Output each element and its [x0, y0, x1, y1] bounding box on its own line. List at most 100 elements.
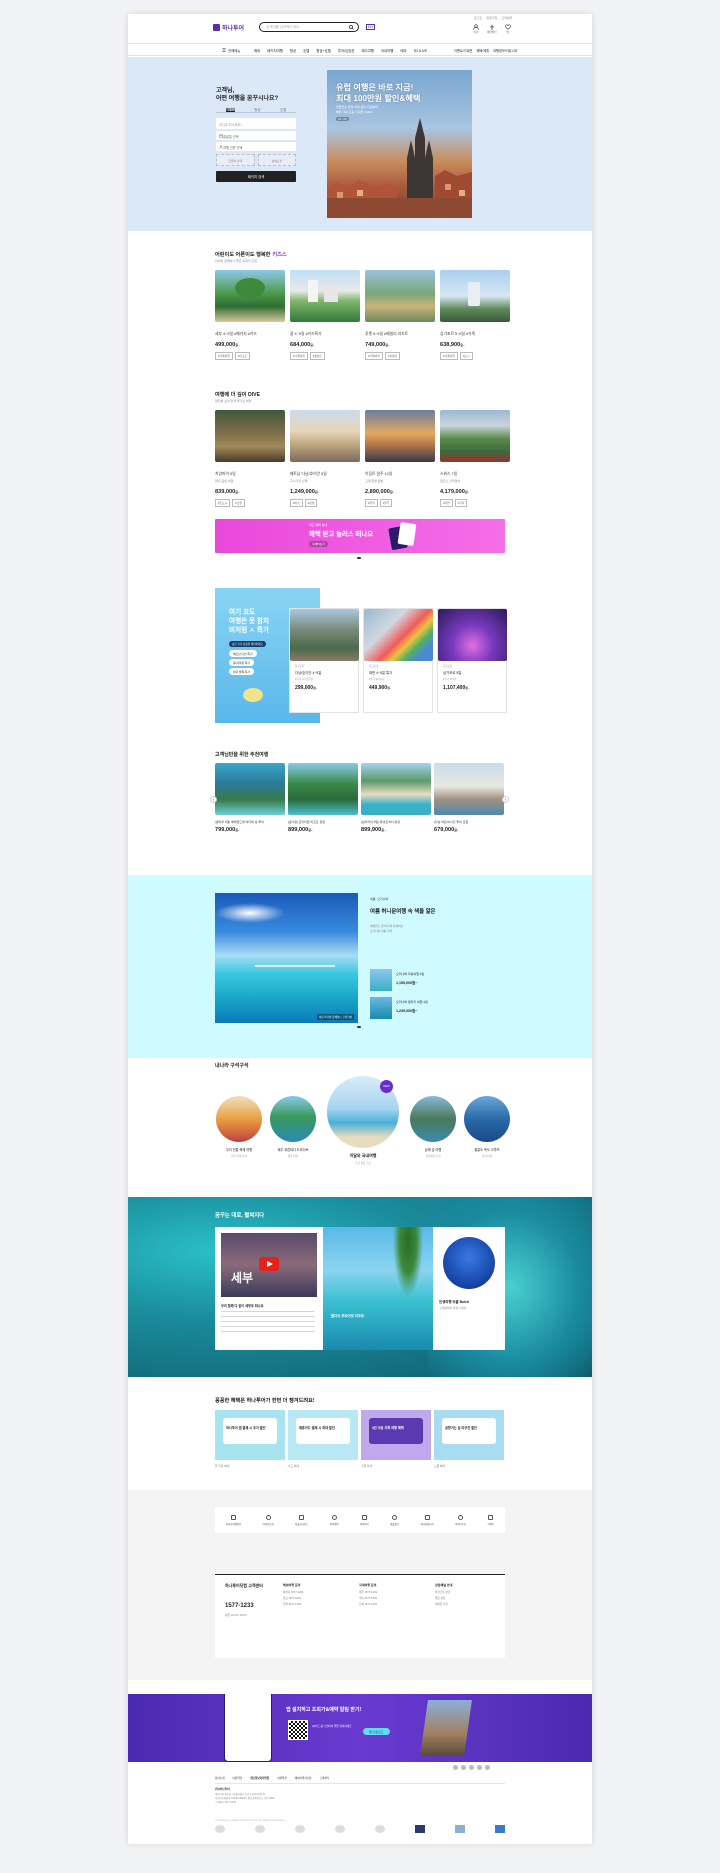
sns-icon[interactable] — [485, 1765, 490, 1770]
product-card[interactable]: 치앙마이 5일 현지 감성 여행 839,000원~ #소도시 #로컬 — [215, 410, 285, 507]
service-item[interactable]: 와이파이 — [360, 1514, 369, 1526]
special-chip[interactable]: 태국 방콕 특가 — [229, 668, 254, 675]
nav-item[interactable]: 하나LIVE — [414, 48, 428, 53]
product-card[interactable]: 푸켓 5~6일 #패밀리 리조트 749,000원~ #가족여행 #휴양지 — [365, 270, 435, 360]
video-card[interactable]: 세부 우리 함께 다 같이 세부로 떠나요 — [215, 1227, 323, 1350]
domestic-item-featured[interactable]: NEW 이달의 국내여행 특가 상품 모음 — [325, 1076, 401, 1165]
carousel-prev-button[interactable]: ‹ — [210, 796, 217, 803]
footer-link[interactable]: 이용약관 — [233, 1776, 243, 1780]
nav-right-item[interactable]: 여행정보/커뮤니티 — [493, 48, 517, 53]
domestic-item[interactable]: 우리 전통 축제 여행 지역 축제 투어 — [214, 1096, 264, 1158]
search-box[interactable]: 검색어를 입력해주세요 — [259, 22, 359, 32]
app-download-button[interactable]: 앱 다운로드 — [363, 1728, 390, 1735]
nav-item[interactable]: 패키지여행 — [267, 48, 283, 53]
product-card[interactable]: 베트남 다낭/호이안 5일 구시가지 산책 1,249,000원~ #야경 #감성 — [290, 410, 360, 507]
logo[interactable]: 하나투어 — [213, 23, 244, 32]
date-field[interactable]: 출발일 선택 — [216, 131, 296, 140]
reservation-button[interactable]: 예약확인 — [487, 24, 497, 34]
product-card[interactable]: [보라카이 5일] 화이트비치 휴양 899,900원~ — [361, 763, 431, 833]
footer-link[interactable]: 해외여행자보험 — [295, 1776, 312, 1780]
product-card[interactable]: 스위스 7일 알프스 산악열차 4,179,000원~ #자연 #기차 — [440, 410, 510, 507]
login-link[interactable]: 로그인 — [474, 16, 482, 21]
signup-link[interactable]: 회원가입 — [486, 16, 497, 21]
sns-icon[interactable] — [469, 1765, 474, 1770]
nav-item[interactable]: 테마 — [400, 48, 406, 53]
bohol-card[interactable]: 인생여행 보홀 Bohol 고래상어와 함께 수영을 — [433, 1227, 505, 1350]
nav-item[interactable]: 국내여행 — [381, 48, 393, 53]
product-card[interactable]: 싱가포르 5~6일 #가족 638,900원~ #가족여행 #도시 — [440, 270, 510, 360]
nav-item[interactable]: 항공 — [290, 48, 296, 53]
product-card[interactable]: 괌 4~5일 #키즈특가 684,000원~ #가족여행 #호캉스 — [290, 270, 360, 360]
departure-option[interactable]: 출발지 선택 — [216, 154, 255, 166]
product-card[interactable]: [팔라우 5일] 에메랄드빛 바다와 섬 투어 799,000원~ — [215, 763, 285, 833]
tab-hotel[interactable]: 호텔 — [280, 107, 286, 112]
domestic-item[interactable]: 울릉도 독도 크루즈 선박 여행 — [462, 1096, 512, 1158]
summer-item[interactable]: 오키나와 렌터카 여행 4일 1,239,000원~ — [370, 997, 490, 1019]
promo-banner[interactable]: 카드 혜택 안내 혜택 받고 놀러스 떠나요 자세히보기 — [215, 519, 505, 553]
special-card[interactable]: 항공포함 싱가포르 5일 #특가 #야경 1,107,400원~ — [437, 608, 507, 713]
benefit-card[interactable]: 4인 이상 가족 여행 혜택 가족 여행 — [361, 1410, 431, 1468]
promo-pager[interactable] — [357, 557, 361, 559]
nav-item[interactable]: 해외 — [254, 48, 260, 53]
footer-link[interactable]: 회사소개 — [215, 1776, 225, 1780]
service-item[interactable]: 입출국가이드 — [295, 1514, 308, 1526]
service-item[interactable]: 하나마일리지 — [420, 1514, 434, 1526]
service-item[interactable]: 여행편의 — [330, 1514, 339, 1526]
people-field[interactable]: 여행 인원 선택 — [216, 142, 296, 151]
domestic-item[interactable]: 남해 섬 여행 한려해상 투어 — [408, 1096, 458, 1158]
footer-link[interactable]: 여행약관 — [277, 1776, 287, 1780]
special-chip[interactable]: 괌/사이판 특가 — [229, 659, 254, 666]
service-item[interactable]: 이벤트 — [488, 1514, 494, 1526]
package-search-button[interactable]: 패키지 검색 — [216, 171, 296, 182]
benefit-card[interactable]: 제휴카드 결제 시 최대 할인 카드 혜택 — [288, 1410, 358, 1468]
special-card[interactable]: 항공포함 대만 4~5일 특가 #특가 #야시장 449,900원~ — [363, 608, 433, 713]
search-input[interactable]: 검색어를 입력해주세요 — [266, 25, 299, 30]
hero-banner[interactable]: 유럽 여행은 바로 지금! 최대 100만원 할인&혜택 연말연초 유럽 여행 … — [327, 70, 472, 218]
nav-item[interactable]: 투어/입장권 — [338, 48, 355, 53]
video-thumbnail[interactable]: 세부 — [221, 1233, 317, 1297]
sns-icon[interactable] — [477, 1765, 482, 1770]
service-item[interactable]: 하나투어멤버십 — [226, 1514, 241, 1526]
service-item[interactable]: 여행자보험 — [263, 1514, 274, 1526]
nav-right-item[interactable]: 혜택/제휴 — [476, 48, 489, 53]
lang-badge[interactable]: EN — [366, 24, 375, 31]
tab-package[interactable]: 패키지 — [225, 107, 236, 112]
product-card[interactable]: 세부 4~5일 #패키지 #키즈 499,000원~ #가족여행 #리조트 — [215, 270, 285, 360]
nav-item[interactable]: 제주여행 — [361, 48, 373, 53]
sns-icon[interactable] — [461, 1765, 466, 1770]
play-icon[interactable] — [259, 1257, 279, 1271]
resort-card[interactable]: 몰디브 프라이빗 리조트 — [323, 1227, 433, 1350]
summer-image[interactable]: 여름 바다와 함께하는 오키나와 — [215, 893, 358, 1023]
nav-item[interactable]: 항공+호텔 — [316, 48, 330, 53]
sns-icon[interactable] — [453, 1765, 458, 1770]
cs-line[interactable]: 이메일 문의 — [435, 1602, 452, 1606]
service-item[interactable]: 환율정보 — [390, 1514, 399, 1526]
support-link[interactable]: 고객센터 — [501, 16, 512, 21]
service-item[interactable]: 여행자수표 — [455, 1514, 466, 1526]
footer-link[interactable]: 개인정보처리방침 — [250, 1776, 269, 1780]
cs-line[interactable]: 카카오톡 상담 — [435, 1590, 452, 1594]
nav-item[interactable]: 호텔 — [303, 48, 309, 53]
product-card[interactable]: 이집트 일주 10일 고대 문명 탐방 2,890,000원~ #유적 #일주 — [365, 410, 435, 507]
special-chip[interactable]: 베트남 다낭 특가 — [229, 650, 257, 657]
tab-flight[interactable]: 항공 — [254, 107, 260, 112]
search-icon[interactable] — [349, 24, 354, 30]
product-card[interactable]: [괌 5일] 프리미엄 리조트 휴양 899,000원~ — [288, 763, 358, 833]
app-banner[interactable]: 앱 설치하고 조회가&예약 알림 받기! QR코드를 스캔하여 앱을 설치하세요… — [128, 1694, 592, 1762]
summer-pager[interactable] — [357, 1026, 361, 1028]
wish-button[interactable]: 찜 — [504, 24, 511, 34]
detail-option[interactable]: 상세조건 — [257, 154, 296, 166]
special-card[interactable]: 항공포함 다낭/호이안 4~5일 #특가 #자유일정 299,000원~ — [289, 608, 359, 713]
product-card[interactable]: [다낭 5일] 바나힐 투어 포함 679,000원~ — [434, 763, 504, 833]
benefit-card[interactable]: 하나투어 앱 결제 시 추가 할인 앱 전용 혜택 — [215, 1410, 285, 1468]
my-button[interactable]: 마이 — [473, 24, 479, 34]
nav-right-item[interactable]: 이벤트/기획전 — [454, 48, 472, 53]
summer-item[interactable]: 오키나와 자유여행 4일 1,159,000원~ — [370, 969, 490, 991]
footer-link[interactable]: 고객센터 — [319, 1776, 329, 1780]
domestic-item[interactable]: 제주 푸른바다 드라이브 제주 여행 — [268, 1096, 318, 1158]
carousel-next-button[interactable]: › — [502, 796, 509, 803]
cs-line[interactable]: 챗봇 상담 — [435, 1596, 452, 1600]
all-menu-button[interactable]: 전체메뉴 — [222, 48, 240, 53]
benefit-card[interactable]: 공항가는 길 리무진 할인 교통 혜택 — [434, 1410, 504, 1468]
destination-field[interactable]: 어디로 떠나세요? — [216, 118, 296, 129]
